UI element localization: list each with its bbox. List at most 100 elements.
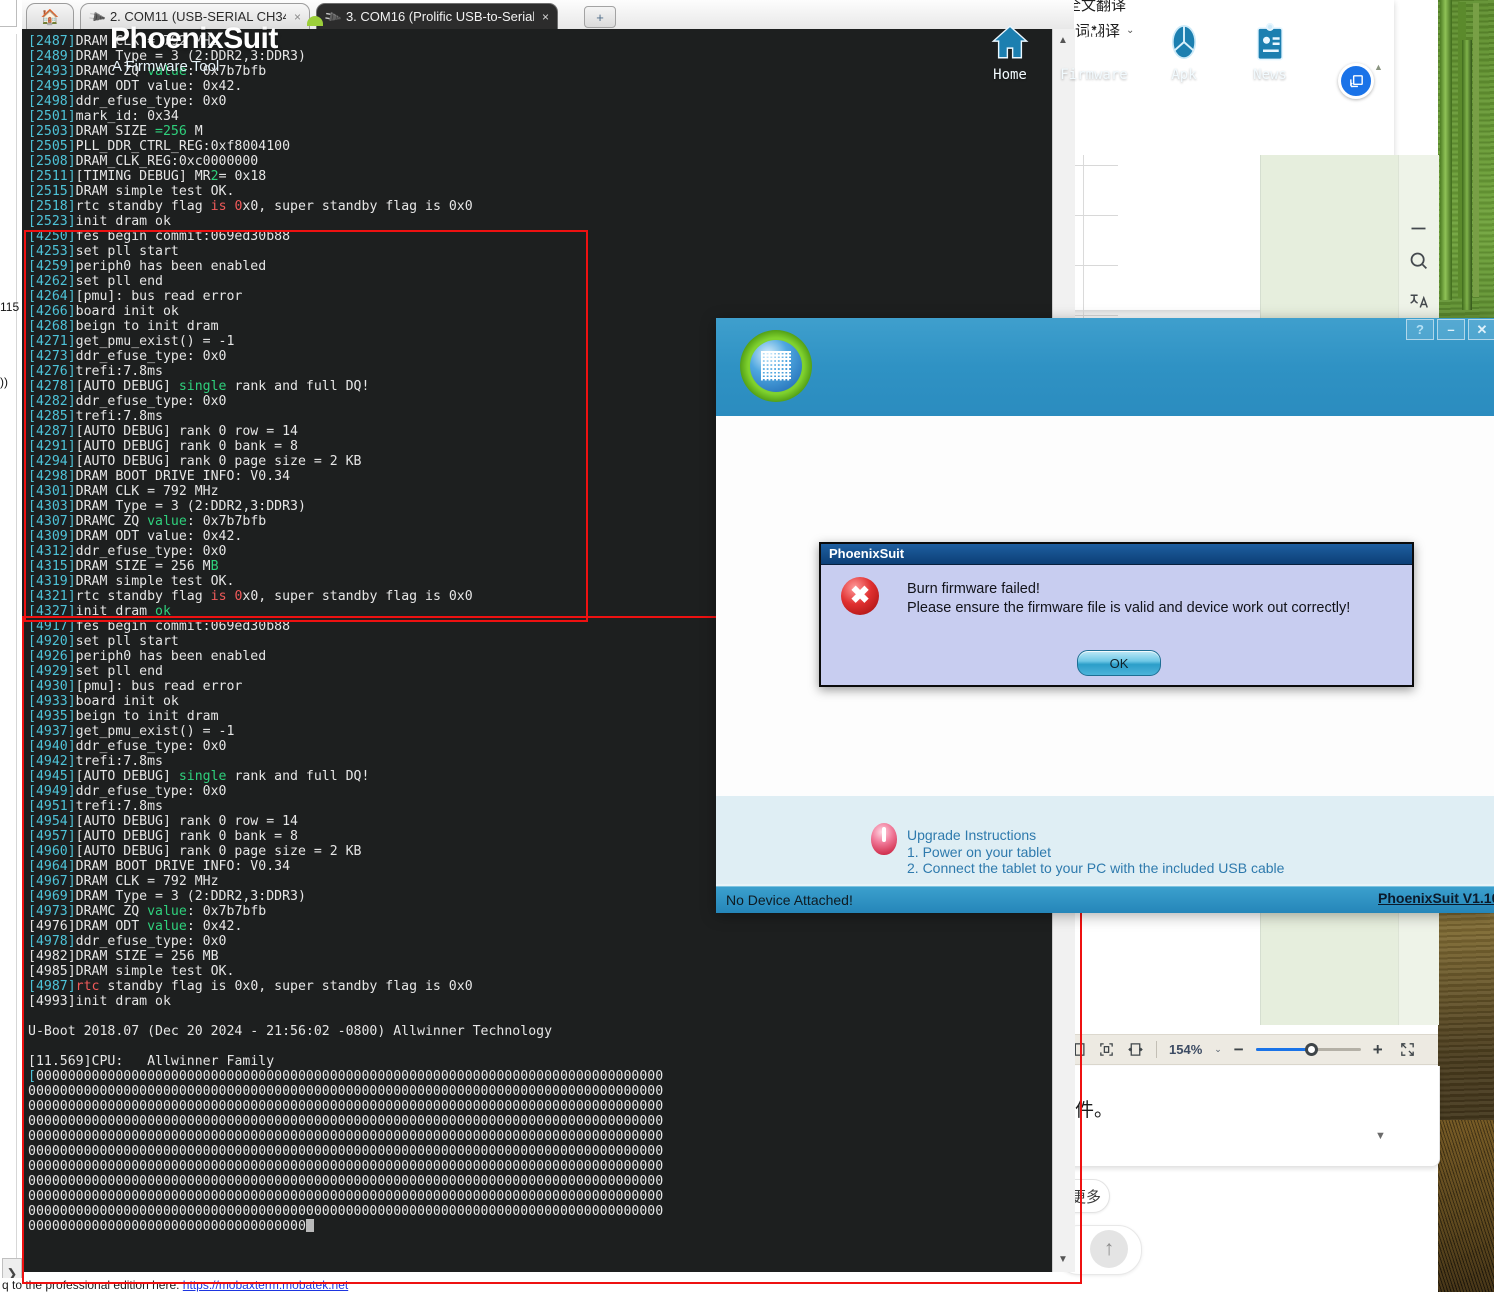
fit-width-icon[interactable] (1127, 1041, 1144, 1058)
terminal-line: [2495]DRAM ODT value: 0x42. (28, 79, 1052, 94)
terminal-line: 0000000000000000000000000000000000000000… (28, 1189, 1052, 1204)
terminal-text: periph0 has been enabled (75, 259, 267, 274)
terminal-text: init dram ok (75, 994, 171, 1009)
app-subtitle: A Firmware Tool (112, 58, 220, 75)
terminal-text: : 0x7b7bfb (186, 514, 267, 529)
terminal-text: periph0 has been enabled (75, 649, 267, 664)
terminal-timestamp: [4278] (28, 379, 76, 394)
nav-firmware[interactable]: Firmware (1046, 18, 1142, 92)
new-tab-button[interactable]: + (584, 6, 616, 28)
terminal-text: DRAMC ZQ (75, 514, 148, 529)
terminal-text: fes begin commit:069ed30b88 (75, 229, 291, 244)
terminal-timestamp: [4964] (28, 859, 76, 874)
terminal-text: [AUTO DEBUG] rank 0 bank = 8 (75, 439, 298, 454)
pdf-zoom-toolbar[interactable]: 154% ⌄ − + (1055, 1034, 1438, 1065)
zoom-slider[interactable] (1255, 1043, 1361, 1056)
terminal-line: [2503]DRAM SIZE =256 M (28, 124, 1052, 139)
terminal-timestamp: [4973] (28, 904, 76, 919)
terminal-line: [4993]init dram ok (28, 994, 1052, 1009)
terminal-timestamp: [2487] (28, 34, 76, 49)
zoom-in-button[interactable]: + (1373, 1041, 1383, 1058)
mobaxterm-link[interactable]: https://mobaxterm.mobatek.net (183, 1278, 348, 1292)
terminal-timestamp: [4266] (28, 304, 76, 319)
terminal-text: DRAM CLK = 792 MHz (75, 484, 219, 499)
terminal-timestamp: [4307] (28, 514, 76, 529)
close-icon[interactable]: × (294, 10, 301, 24)
fit-page-icon[interactable] (1098, 1041, 1115, 1058)
minimize-button[interactable]: – (1437, 319, 1465, 340)
terminal-line: 0000000000000000000000000000000000000000… (28, 1129, 1052, 1144)
version-label[interactable]: PhoenixSuit V1.10 (1378, 890, 1494, 906)
help-button[interactable]: ? (1406, 319, 1434, 340)
terminal-text: DRAM Type = 3 (2:DDR2,3:DDR3) (75, 499, 306, 514)
terminal-text: set pll end (75, 274, 163, 289)
nav-label: Firmware (1060, 67, 1128, 83)
terminal-text: 0000000000000000000000000000000000000000… (28, 1129, 664, 1144)
terminal-text: rank and full DQ! (226, 379, 370, 394)
terminal-timestamp: [4273] (28, 349, 76, 364)
terminal-text: fes begin commit:069ed30b88 (75, 619, 291, 634)
terminal-text: B (210, 559, 219, 574)
terminal-text: [AUTO DEBUG] (75, 769, 179, 784)
status-text: q to the professional edition here: (2, 1278, 180, 1292)
ok-button[interactable]: OK (1077, 650, 1161, 676)
zoom-slider-knob[interactable] (1304, 1043, 1318, 1056)
terminal-timestamp: [4291] (28, 439, 76, 454)
terminal-line: 0000000000000000000000000000000000000000… (28, 1084, 1052, 1099)
collapse-caret-icon[interactable]: ▲ (1374, 62, 1383, 72)
terminal-text: DRAM ODT (75, 919, 148, 934)
error-dialog[interactable]: PhoenixSuit ✖ Burn firmware failed! Plea… (819, 542, 1414, 687)
send-arrow-icon[interactable]: ↑ (1090, 1230, 1128, 1268)
terminal-line: [000000000000000000000000000000000000000… (28, 1069, 1052, 1084)
terminal-text: [AUTO DEBUG] rank 0 page size = 2 KB (75, 844, 362, 859)
phoenixsuit-logo: 🏾 (740, 330, 812, 402)
close-button[interactable]: ✕ (1468, 319, 1494, 340)
terminal-line: U-Boot 2018.07 (Dec 20 2024 - 21:56:02 -… (28, 1024, 1052, 1039)
terminal-text: get_pmu_exist() = -1 (75, 334, 235, 349)
error-message: Burn firmware failed! Please ensure the … (907, 580, 1377, 618)
terminal-text: [TIMING DEBUG] MR (75, 169, 211, 184)
terminal-text: ddr_efuse_type: 0x0 (75, 739, 227, 754)
terminal-timestamp: [4954] (28, 814, 76, 829)
terminal-timestamp: [4993] (28, 994, 76, 1009)
terminal-text: init dram ok (75, 214, 171, 229)
fullscreen-icon[interactable] (1399, 1041, 1416, 1058)
terminal-timestamp: [2498] (28, 94, 76, 109)
terminal-text: 0000000000000000000000000000000000000000… (28, 1084, 664, 1099)
terminal-timestamp: [2515] (28, 184, 76, 199)
device-status-text: No Device Attached! (726, 892, 853, 908)
terminal-text: 0000000000000000000000000000000000000000… (28, 1144, 664, 1159)
close-icon[interactable]: × (542, 10, 549, 24)
terminal-text: DRAM simple test OK. (75, 184, 235, 199)
terminal-line: 0000000000000000000000000000000000000000… (28, 1114, 1052, 1129)
error-message-line-2: Please ensure the firmware file is valid… (907, 600, 1351, 616)
terminal-timestamp: [4920] (28, 634, 76, 649)
terminal-timestamp: [4276] (28, 364, 76, 379)
terminal-timestamp: [4951] (28, 799, 76, 814)
terminal-text: [AUTO DEBUG] rank 0 page size = 2 KB (75, 454, 362, 469)
expand-caret-icon[interactable]: ▼ (1375, 1130, 1386, 1142)
nav-apk[interactable]: Apk (1136, 18, 1232, 92)
terminal-timestamp: [4271] (28, 334, 76, 349)
nav-home[interactable]: Home (962, 18, 1058, 92)
minus-icon[interactable] (1404, 214, 1432, 242)
translate-page-button[interactable] (1338, 63, 1374, 99)
chevron-down-icon[interactable]: ⌄ (1214, 1044, 1222, 1055)
tab-com16[interactable]: 🔌 3. COM16 (Prolific USB-to-Serial C × (316, 3, 558, 29)
android-head-decoration (307, 16, 323, 26)
terminal-text: trefi:7.8ms (75, 754, 163, 769)
terminal-text: =256 (155, 124, 187, 139)
terminal-line: [2523]init dram ok (28, 214, 1052, 229)
scroll-down-arrow-icon[interactable]: ▼ (1053, 1250, 1073, 1268)
terminal-timestamp: [2511] (28, 169, 76, 184)
translate-icon[interactable] (1404, 286, 1432, 314)
warning-icon (871, 823, 897, 855)
terminal-cursor (305, 1219, 314, 1232)
terminal-text: 0000000000000000000000000000000000000000… (28, 1114, 664, 1129)
zoom-out-button[interactable]: − (1234, 1041, 1244, 1058)
magnifier-icon[interactable] (1404, 246, 1432, 274)
terminal-timestamp: [4929] (28, 664, 76, 679)
terminal-timestamp: [4940] (28, 739, 76, 754)
nav-news[interactable]: News (1222, 18, 1318, 92)
tab-home[interactable]: 🏠 (26, 3, 74, 29)
